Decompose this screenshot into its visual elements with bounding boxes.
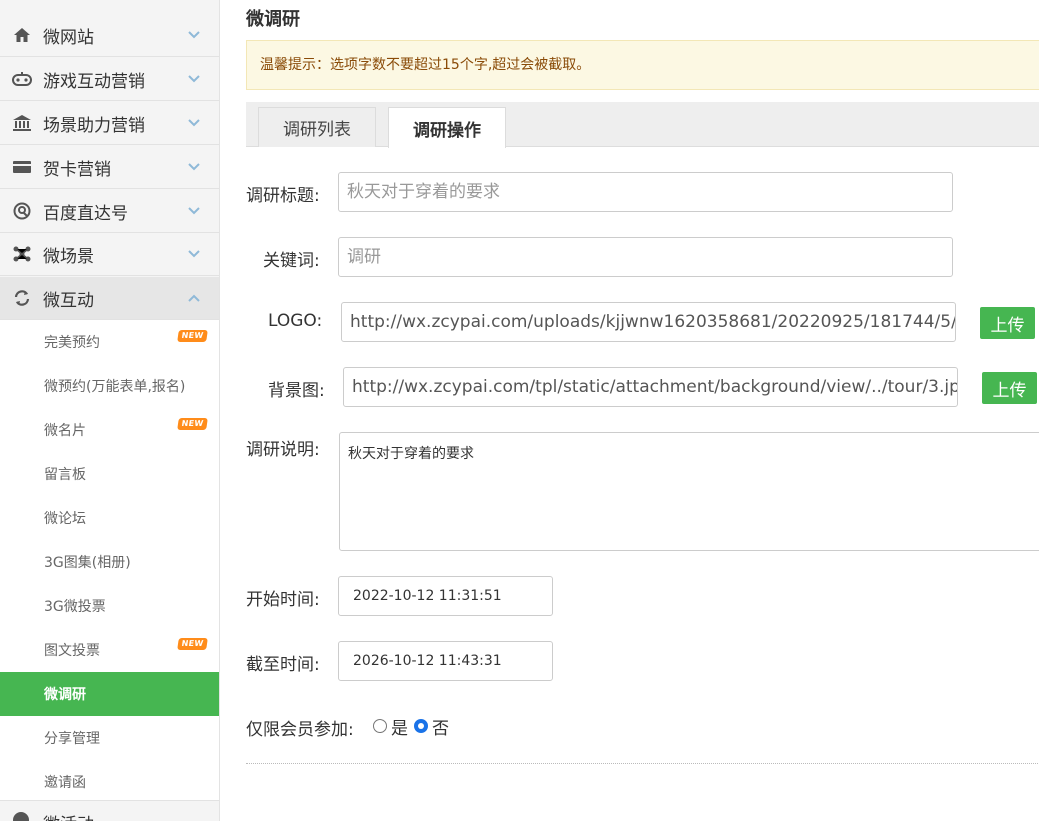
chevron-down-icon (186, 159, 202, 175)
sidebar-subitem-label: 微调研 (44, 687, 86, 703)
end-time-input[interactable]: 2026-10-12 11:43:31 (338, 641, 553, 681)
sidebar-subitem-share[interactable]: 分享管理 (0, 716, 219, 760)
sidebar-subitem-label: 3G图集(相册) (44, 555, 131, 571)
sidebar-subitem-label: 微名片 (44, 423, 86, 439)
start-time-label: 开始时间: (246, 590, 320, 610)
members-only-no-radio[interactable] (414, 719, 428, 733)
activity-icon (12, 811, 32, 821)
description-label: 调研说明: (246, 440, 320, 460)
keyword-input[interactable]: 调研 (338, 237, 953, 277)
sidebar-menu-micro-scene[interactable]: 微场景 (0, 233, 219, 276)
sidebar-subitem-vote[interactable]: 3G微投票 (0, 584, 219, 628)
sidebar-subitem-booking-form[interactable]: 微预约(万能表单,报名) (0, 364, 219, 408)
form-divider (246, 763, 1039, 764)
sidebar-menu-label: 贺卡营销 (43, 159, 111, 180)
start-time-input[interactable]: 2022-10-12 11:31:51 (338, 576, 553, 616)
sidebar-menu-micro-interact[interactable]: 微互动 (0, 277, 219, 320)
sidebar-menu-baidu[interactable]: 百度直达号 (0, 190, 219, 233)
sidebar-subitem-label: 分享管理 (44, 731, 100, 747)
tab-survey-list[interactable]: 调研列表 (258, 107, 376, 147)
chevron-down-icon (186, 203, 202, 219)
sidebar: 微网站 游戏互动营销 场景助力营销 贺卡营销 百度直达号 微场景 微互动 完美预… (0, 0, 220, 821)
sidebar-subitem-label: 微预约(万能表单,报名) (44, 379, 186, 395)
sidebar-menu-label: 百度直达号 (43, 203, 128, 224)
sidebar-menu-collapsed-top[interactable] (0, 0, 219, 15)
members-only-yes-label: 是 (391, 718, 408, 739)
sidebar-subitem-label: 3G微投票 (44, 599, 106, 615)
logo-upload-button[interactable]: 上传 (980, 307, 1035, 339)
survey-title-label: 调研标题: (246, 186, 320, 206)
sidebar-menu-label: 场景助力营销 (43, 115, 145, 136)
sidebar-subitem-message-board[interactable]: 留言板 (0, 452, 219, 496)
background-label: 背景图: (268, 381, 325, 401)
background-upload-button[interactable]: 上传 (982, 372, 1037, 404)
sidebar-menu-micro-site[interactable]: 微网站 (0, 14, 219, 57)
chevron-down-icon (186, 27, 202, 43)
chevron-down-icon (186, 246, 202, 262)
end-time-label: 截至时间: (246, 655, 320, 675)
sidebar-subitem-survey[interactable]: 微调研 (0, 672, 219, 716)
sidebar-subitem-business-card[interactable]: 微名片 NEW (0, 408, 219, 452)
sidebar-subitem-perfect-booking[interactable]: 完美预约 NEW (0, 320, 219, 364)
sidebar-subitem-forum[interactable]: 微论坛 (0, 496, 219, 540)
home-icon (12, 25, 32, 45)
logo-label: LOGO: (268, 311, 323, 331)
members-only-radio-group: 是 否 (373, 714, 449, 739)
survey-title-input[interactable]: 秋天对于穿着的要求 (338, 172, 953, 212)
members-only-yes-radio[interactable] (373, 719, 387, 733)
sidebar-menu-label: 微活动 (43, 810, 94, 821)
sidebar-menu-scene-marketing[interactable]: 场景助力营销 (0, 102, 219, 145)
sidebar-menu-label: 微互动 (43, 290, 94, 311)
background-url-input[interactable]: http://wx.zcypai.com/tpl/static/attachme… (343, 367, 958, 407)
sidebar-menu-label: 微场景 (43, 246, 94, 267)
page-title: 微调研 (246, 9, 300, 30)
sidebar-subitem-label: 邀请函 (44, 775, 86, 791)
user-circle-icon (12, 201, 32, 221)
sidebar-menu-label: 微网站 (43, 27, 94, 48)
chevron-up-icon (186, 290, 202, 306)
sidebar-menu-micro-activity[interactable]: 微活动 (0, 800, 219, 821)
sidebar-subitem-invitation[interactable]: 邀请函 (0, 760, 219, 804)
new-badge: NEW (177, 638, 208, 650)
logo-url-input[interactable]: http://wx.zcypai.com/uploads/kjjwnw16203… (341, 302, 956, 342)
gamepad-icon (12, 69, 32, 89)
sidebar-subitem-label: 留言板 (44, 467, 86, 483)
tab-survey-edit[interactable]: 调研操作 (388, 107, 506, 148)
new-badge: NEW (177, 418, 208, 430)
members-only-no-label: 否 (432, 718, 449, 739)
chevron-down-icon (186, 115, 202, 131)
members-only-label: 仅限会员参加: (246, 720, 354, 740)
sidebar-subitem-image-vote[interactable]: 图文投票 NEW (0, 628, 219, 672)
keyword-label: 关键词: (263, 251, 320, 271)
sidebar-subitem-album[interactable]: 3G图集(相册) (0, 540, 219, 584)
bank-icon (12, 113, 32, 133)
sidebar-menu-greeting-card[interactable]: 贺卡营销 (0, 146, 219, 189)
refresh-icon (12, 288, 32, 308)
tab-bar: 调研列表 调研操作 (246, 102, 1039, 148)
new-badge: NEW (177, 330, 208, 342)
card-icon (12, 157, 32, 177)
sidebar-subitem-label: 图文投票 (44, 643, 100, 659)
chevron-down-icon (186, 71, 202, 87)
description-textarea[interactable]: 秋天对于穿着的要求 (339, 432, 1039, 551)
sidebar-subitem-label: 微论坛 (44, 511, 86, 527)
sidebar-menu-game-marketing[interactable]: 游戏互动营销 (0, 58, 219, 101)
molecule-icon (12, 244, 32, 264)
tip-banner: 温馨提示：选项字数不要超过15个字,超过会被截取。 (246, 40, 1039, 90)
sidebar-submenu: 完美预约 NEW 微预约(万能表单,报名) 微名片 NEW 留言板 微论坛 3G… (0, 320, 219, 804)
sidebar-subitem-label: 完美预约 (44, 335, 100, 351)
sidebar-menu-label: 游戏互动营销 (43, 71, 145, 92)
